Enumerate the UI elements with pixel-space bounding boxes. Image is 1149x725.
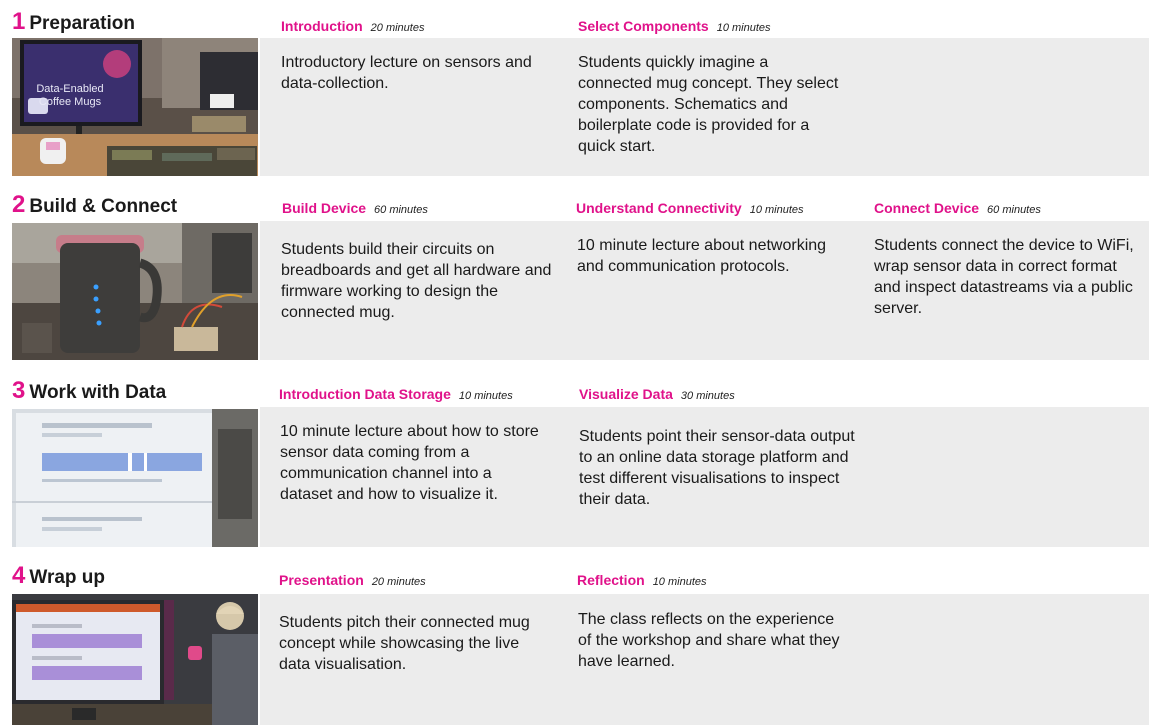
phase-title-text: Wrap up	[29, 567, 106, 588]
phase-title-text: Build & Connect	[29, 196, 178, 217]
phase-photo-wrapup	[12, 594, 258, 725]
phase-title-text: Preparation	[29, 13, 135, 34]
photo-illustration	[12, 223, 258, 360]
activity-description: Students point their sensor-data output …	[579, 428, 855, 508]
photo-overlay-line1: Data-Enabled	[36, 83, 103, 95]
phase-number: 2	[12, 191, 26, 218]
phase-title-text: Work with Data	[29, 382, 167, 403]
activity-description: Introductory lecture on sensors and data…	[281, 54, 532, 92]
phase-title: 3 Work with Data	[12, 379, 166, 405]
activity-header: Connect Device 60 minutes	[874, 198, 1041, 220]
photo-illustration	[12, 409, 258, 547]
phase-3: 3 Work with Data Introduction Data Storag…	[0, 379, 1149, 549]
activity-description: Students connect the device to WiFi, wra…	[874, 237, 1134, 317]
activity-description: Students build their circuits on breadbo…	[281, 241, 552, 321]
activity-duration: 10 minutes	[458, 390, 513, 402]
activity-header: Introduction Data Storage 10 minutes	[279, 384, 513, 406]
activity-title: Understand Connectivity	[576, 200, 742, 216]
activity-title: Select Components	[578, 18, 709, 34]
activity-description: Students pitch their connected mug conce…	[279, 614, 530, 673]
activity-description: Students quickly imagine a connected mug…	[578, 54, 839, 155]
activity-duration: 60 minutes	[374, 204, 428, 216]
phase-2: 2 Build & Connect Build Device 60 minutes …	[0, 193, 1149, 363]
phase-number: 4	[12, 562, 26, 589]
phase-photo-data	[12, 409, 258, 547]
activity-duration: 60 minutes	[987, 204, 1041, 216]
activity-title: Build Device	[282, 200, 367, 216]
activity-title: Reflection	[577, 572, 645, 588]
activity-header: Introduction 20 minutes	[281, 16, 424, 38]
phase-4: 4 Wrap up Presentation 20 minutes Students…	[0, 564, 1149, 725]
activity-header: Select Components 10 minutes	[578, 16, 771, 38]
phase-1: 1 Preparation Data-Enabled Coffee Mugs I…	[0, 10, 1149, 178]
activity-duration: 30 minutes	[680, 390, 735, 402]
activity-header: Presentation 20 minutes	[279, 570, 426, 592]
activity-title: Introduction	[281, 18, 363, 34]
activity-header: Build Device 60 minutes	[282, 198, 428, 220]
phase-number: 1	[12, 8, 26, 35]
activity-description: 10 minute lecture about how to store sen…	[280, 423, 539, 503]
activity-description: The class reflects on the experience of …	[578, 611, 840, 670]
activity-duration: 20 minutes	[371, 576, 426, 588]
activity-title: Connect Device	[874, 200, 980, 216]
photo-illustration: Data-Enabled Coffee Mugs	[12, 38, 258, 176]
phase-photo-build	[12, 223, 258, 360]
activity-duration: 10 minutes	[652, 576, 707, 588]
phase-title: 1 Preparation	[12, 10, 135, 36]
activity-duration: 10 minutes	[749, 204, 804, 216]
activity-title: Presentation	[279, 572, 364, 588]
activity-duration: 10 minutes	[716, 22, 771, 34]
photo-overlay-line2: Coffee Mugs	[39, 96, 102, 108]
activity-title: Introduction Data Storage	[279, 386, 451, 402]
activity-title: Visualize Data	[579, 386, 673, 402]
phase-title: 2 Build & Connect	[12, 193, 177, 219]
activity-duration: 20 minutes	[370, 22, 425, 34]
photo-illustration	[12, 594, 258, 725]
activity-description: 10 minute lecture about networking and c…	[577, 237, 827, 275]
activity-header: Visualize Data 30 minutes	[579, 384, 735, 406]
activity-header: Understand Connectivity 10 minutes	[576, 198, 804, 220]
phase-title: 4 Wrap up	[12, 564, 105, 590]
activity-header: Reflection 10 minutes	[577, 570, 707, 592]
phase-photo-preparation: Data-Enabled Coffee Mugs	[12, 38, 258, 176]
phase-number: 3	[12, 377, 26, 404]
